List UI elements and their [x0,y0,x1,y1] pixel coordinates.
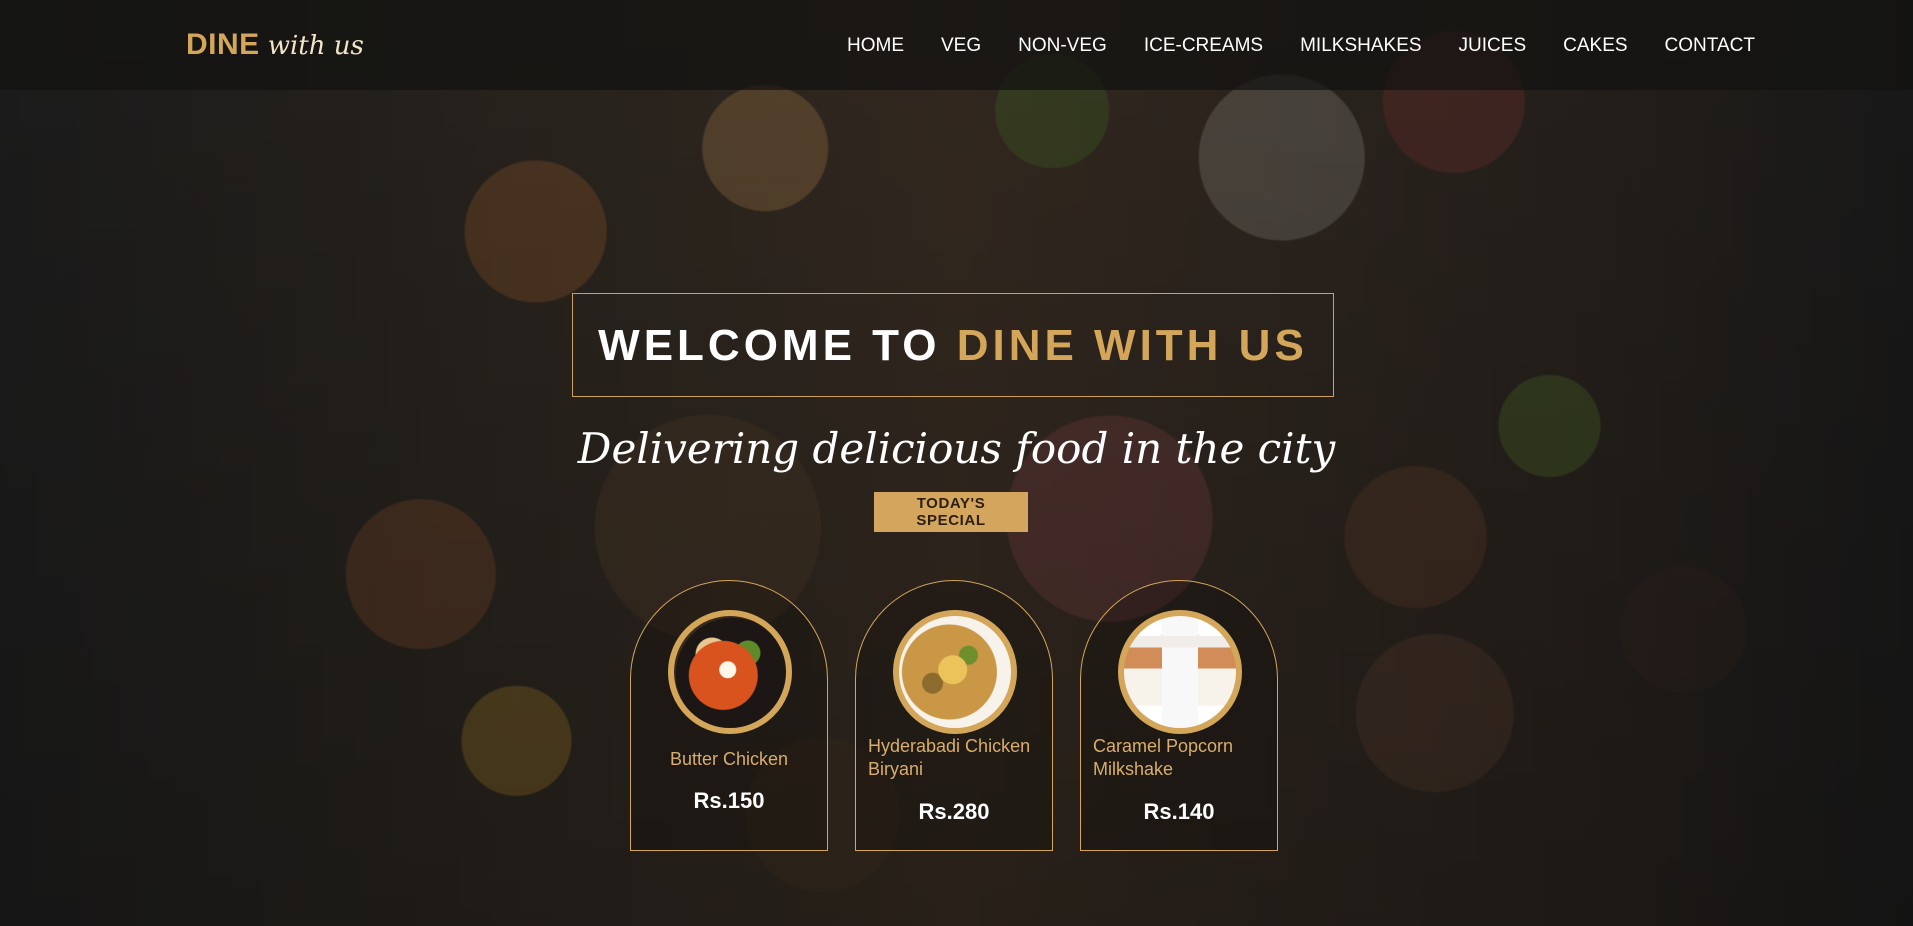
food-price: Rs.150 [693,788,765,813]
food-name: Hyderabadi Chicken Biryani [868,736,1031,779]
todays-special-button[interactable]: TODAY'S SPECIAL [874,492,1028,532]
hero-tagline: Delivering delicious food in the city [577,424,1336,473]
biryani-image [893,610,1017,734]
food-name: Caramel Popcorn Milkshake [1093,736,1234,779]
milkshake-image [1118,610,1242,734]
butter-chicken-image [668,610,792,734]
special-card-biryani[interactable]: Hyderabadi Chicken Biryani Rs.280 [855,580,1053,851]
brand-logo[interactable]: DINE with us [186,28,364,62]
nav-cakes[interactable]: CAKES [1563,34,1627,58]
brand-name: DINE [186,28,260,61]
special-card-milkshake[interactable]: Caramel Popcorn Milkshake Rs.140 [1080,580,1278,851]
nav-non-veg[interactable]: NON-VEG [1018,34,1107,58]
welcome-banner: WELCOME TO DINE WITH US [572,293,1334,397]
landing-page: DINE with us HOME VEG NON-VEG ICE-CREAMS… [0,0,1913,926]
nav-juices[interactable]: JUICES [1459,34,1527,58]
brand-tagline: with us [267,31,364,61]
hero-title-gold: DINE WITH US [956,321,1308,370]
nav-ice-creams[interactable]: ICE-CREAMS [1144,34,1263,58]
nav-home[interactable]: HOME [847,34,904,58]
nav-veg[interactable]: VEG [941,34,981,58]
food-price: Rs.140 [1143,799,1215,824]
main-navigation: HOME VEG NON-VEG ICE-CREAMS MILKSHAKES J… [847,34,1755,58]
top-navigation-bar: DINE with us HOME VEG NON-VEG ICE-CREAMS… [0,0,1913,90]
food-price: Rs.280 [918,799,990,824]
food-name: Butter Chicken [669,749,789,769]
nav-milkshakes[interactable]: MILKSHAKES [1300,34,1421,58]
hero-title-white: WELCOME TO [598,321,941,370]
special-card-butter-chicken[interactable]: Butter Chicken Rs.150 [630,580,828,851]
hero-title: WELCOME TO DINE WITH US [573,322,1333,370]
nav-contact[interactable]: CONTACT [1665,34,1755,58]
